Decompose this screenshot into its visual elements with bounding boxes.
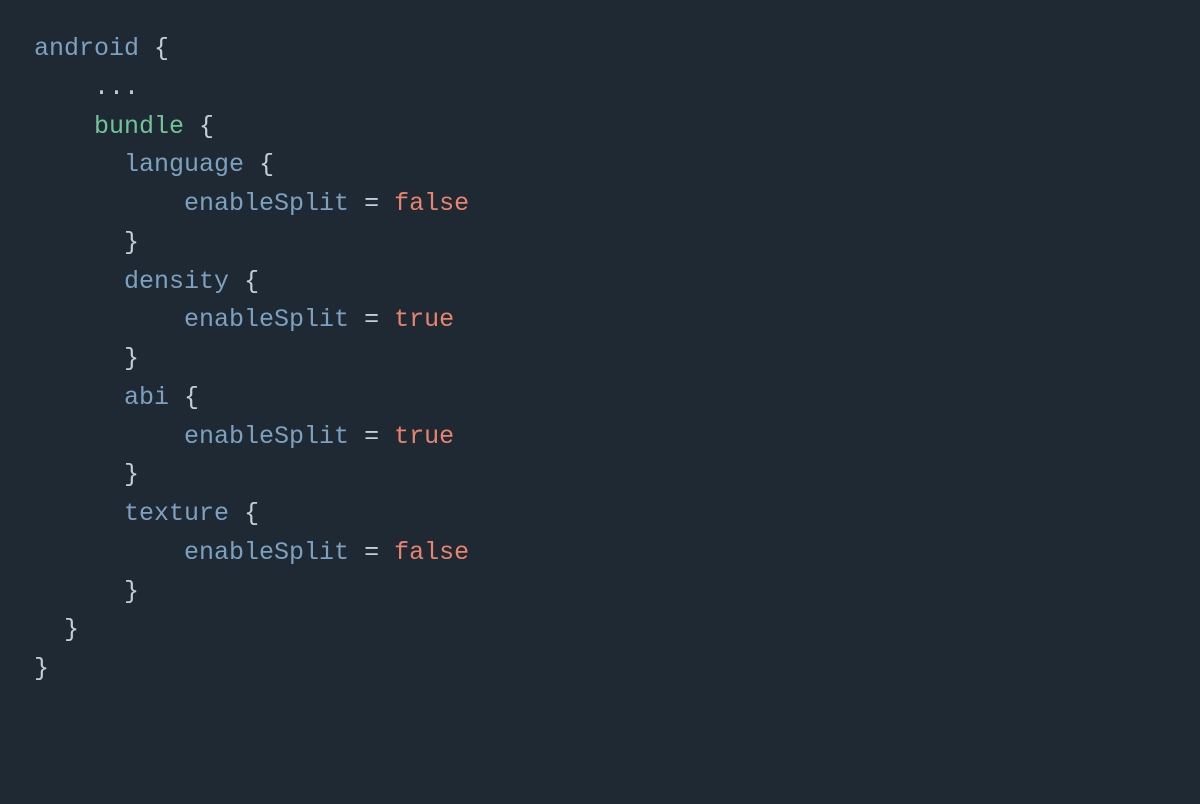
brace-close: } (124, 228, 139, 257)
ellipsis: ... (94, 73, 139, 102)
literal-value: true (394, 305, 454, 334)
brace-close: } (34, 654, 49, 683)
brace-close: } (124, 344, 139, 373)
brace-close: } (64, 615, 79, 644)
brace-open: { (244, 499, 259, 528)
keyword-split-name: abi (124, 383, 169, 412)
literal-value: false (394, 189, 469, 218)
brace-open: { (154, 34, 169, 63)
brace-close: } (124, 460, 139, 489)
keyword-property: enableSplit (184, 538, 349, 567)
keyword-property: enableSplit (184, 422, 349, 451)
keyword-bundle: bundle (94, 112, 184, 141)
literal-value: true (394, 422, 454, 451)
keyword-property: enableSplit (184, 189, 349, 218)
keyword-split-name: density (124, 267, 229, 296)
equals-sign: = (364, 305, 379, 334)
brace-close: } (124, 577, 139, 606)
equals-sign: = (364, 538, 379, 567)
brace-open: { (184, 383, 199, 412)
brace-open: { (199, 112, 214, 141)
code-block: android { ... bundle { language { enable… (34, 30, 1166, 689)
equals-sign: = (364, 189, 379, 218)
keyword-split-name: texture (124, 499, 229, 528)
keyword-android: android (34, 34, 139, 63)
keyword-property: enableSplit (184, 305, 349, 334)
literal-value: false (394, 538, 469, 567)
keyword-split-name: language (124, 150, 244, 179)
brace-open: { (259, 150, 274, 179)
equals-sign: = (364, 422, 379, 451)
brace-open: { (244, 267, 259, 296)
